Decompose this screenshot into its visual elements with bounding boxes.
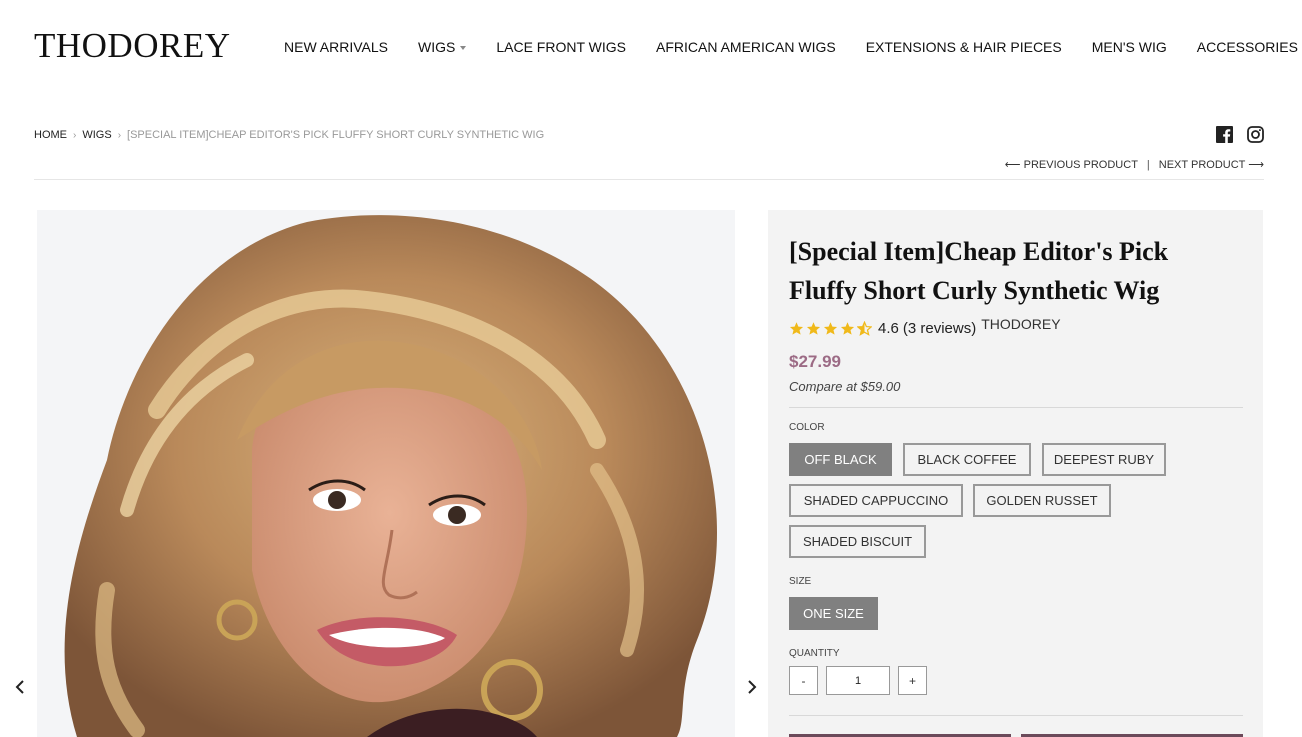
panel-divider <box>789 715 1243 716</box>
color-swatch-golden-russet[interactable]: GOLDEN RUSSET <box>973 484 1111 517</box>
nav-item-accessories[interactable]: ACCESSORIES <box>1197 39 1298 55</box>
breadcrumb-home[interactable]: HOME <box>34 129 67 141</box>
next-image-arrow[interactable] <box>742 675 762 699</box>
breadcrumb-wigs[interactable]: WIGS <box>82 129 111 141</box>
product-rating[interactable]: 4.6 (3 reviews) THODOREY <box>789 316 1061 337</box>
breadcrumb-separator: › <box>117 129 122 141</box>
product-vendor[interactable]: THODOREY <box>981 316 1060 332</box>
size-swatch-one-size[interactable]: ONE SIZE <box>789 597 878 630</box>
breadcrumb-current: [SPECIAL ITEM]CHEAP EDITOR'S PICK FLUFFY… <box>127 129 545 141</box>
color-option-label: COLOR <box>789 422 825 433</box>
panel-divider <box>789 407 1243 408</box>
nav-item-extensions[interactable]: EXTENSIONS & HAIR PIECES <box>866 39 1062 55</box>
size-option-label: SIZE <box>789 576 812 587</box>
star-icon <box>806 322 821 335</box>
instagram-icon[interactable] <box>1247 126 1264 143</box>
nav-item-new-arrivals[interactable]: NEW ARRIVALS <box>284 39 388 55</box>
quantity-label: QUANTITY <box>789 648 840 659</box>
review-count[interactable]: (3 reviews) <box>903 320 976 337</box>
breadcrumb-separator: › <box>73 129 77 141</box>
quantity-input[interactable] <box>826 666 890 695</box>
rating-stars <box>789 321 872 336</box>
quantity-decrease-button[interactable]: - <box>789 666 818 695</box>
nav-item-wigs[interactable]: WIGS <box>418 39 467 55</box>
color-swatch-shaded-biscuit[interactable]: SHADED BISCUIT <box>789 525 926 558</box>
nav-item-african-american-wigs[interactable]: AFRICAN AMERICAN WIGS <box>656 39 836 55</box>
product-photo <box>37 210 735 737</box>
previous-image-arrow[interactable] <box>10 675 30 699</box>
header-divider <box>34 179 1264 180</box>
quantity-increase-button[interactable]: + <box>898 666 927 695</box>
facebook-icon[interactable] <box>1216 126 1233 143</box>
star-icon <box>823 322 838 335</box>
product-pagination: ⟵ PREVIOUS PRODUCT | NEXT PRODUCT ⟶ <box>1005 158 1264 172</box>
product-image[interactable] <box>37 210 735 737</box>
color-swatch-shaded-cappuccino[interactable]: SHADED CAPPUCCINO <box>789 484 963 517</box>
nav-item-lace-front-wigs[interactable]: LACE FRONT WIGS <box>496 39 626 55</box>
nav-item-mens-wig[interactable]: MEN'S WIG <box>1092 39 1167 55</box>
star-icon <box>840 322 855 335</box>
compare-at-price: Compare at $59.00 <box>789 379 901 394</box>
color-swatch-black-coffee[interactable]: BLACK COFFEE <box>903 443 1031 476</box>
color-swatch-deepest-ruby[interactable]: DEEPEST RUBY <box>1042 443 1166 476</box>
breadcrumb: HOME › WIGS › [SPECIAL ITEM]CHEAP EDITOR… <box>34 129 544 141</box>
color-swatch-off-black[interactable]: OFF BLACK <box>789 443 892 476</box>
product-price: $27.99 <box>789 352 841 371</box>
star-icon <box>789 322 804 335</box>
caret-down-icon <box>460 46 467 51</box>
social-links <box>1216 126 1264 143</box>
pagination-separator: | <box>1146 158 1150 171</box>
star-half-icon <box>857 321 872 336</box>
nav-item-wigs-label: WIGS <box>418 39 456 55</box>
product-title: [Special Item]Cheap Editor's Pick Fluffy… <box>789 237 1169 305</box>
rating-value: 4.6 <box>878 320 899 337</box>
main-nav: NEW ARRIVALS WIGS LACE FRONT WIGS AFRICA… <box>284 39 1298 55</box>
previous-product-link[interactable]: ⟵ PREVIOUS PRODUCT <box>1005 158 1138 171</box>
site-logo[interactable]: THODOREY <box>34 26 230 66</box>
next-product-link[interactable]: NEXT PRODUCT ⟶ <box>1159 158 1264 171</box>
product-info-panel: [Special Item]Cheap Editor's Pick Fluffy… <box>768 210 1263 737</box>
